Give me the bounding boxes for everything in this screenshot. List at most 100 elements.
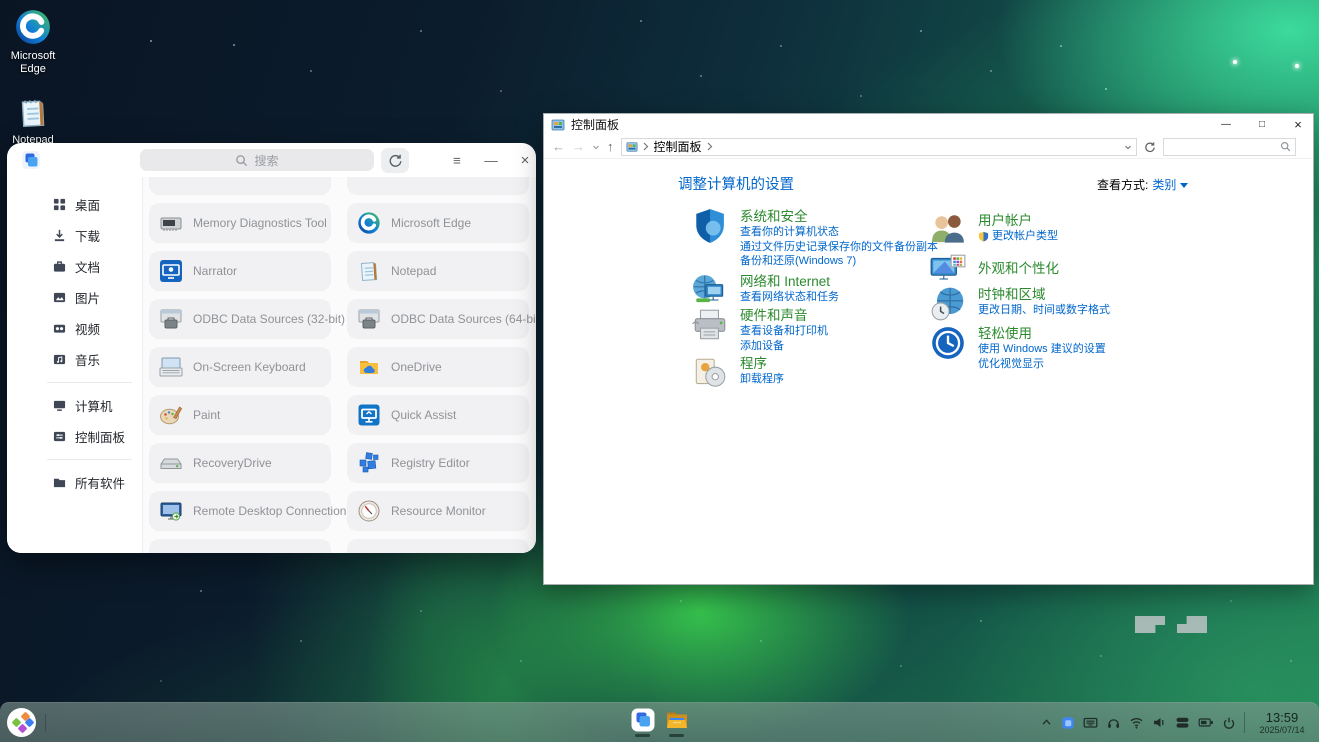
- app-tile-onedrive[interactable]: OneDrive: [347, 347, 529, 387]
- app-tile-odbc-64[interactable]: ODBC Data Sources (64-bit): [347, 299, 529, 339]
- app-tile-partial[interactable]: [347, 539, 529, 553]
- app-tile-microsoft-edge[interactable]: Microsoft Edge: [347, 203, 529, 243]
- category-appearance-personalization: 外观和个性化: [929, 251, 1059, 289]
- tray-battery-icon[interactable]: [1198, 715, 1214, 730]
- category-programs: 程序 卸载程序: [691, 354, 784, 392]
- minimize-button[interactable]: —: [478, 143, 504, 177]
- category-title[interactable]: 网络和 Internet: [740, 274, 839, 289]
- menu-button[interactable]: ≡: [444, 143, 470, 177]
- view-by-dropdown[interactable]: 查看方式: 类别: [1097, 176, 1188, 193]
- tray-wifi-icon[interactable]: [1129, 715, 1144, 730]
- sidebar-item-videos[interactable]: 视频: [7, 313, 142, 344]
- app-tile-partial[interactable]: [347, 177, 529, 195]
- app-tile-odbc-32[interactable]: ODBC Data Sources (32-bit): [149, 299, 331, 339]
- category-link[interactable]: 查看你的计算机状态: [740, 226, 938, 239]
- personalization-icon: [929, 251, 967, 289]
- forward-button[interactable]: →: [572, 140, 585, 153]
- category-title[interactable]: 时钟和区域: [978, 287, 1110, 302]
- app-tile-notepad[interactable]: Notepad: [347, 251, 529, 291]
- sidebar-item-documents[interactable]: 文档: [7, 251, 142, 282]
- music-icon: [53, 353, 66, 366]
- desktop-icon-notepad[interactable]: Notepad: [0, 96, 66, 147]
- clock-time: 13:59: [1253, 711, 1311, 725]
- app-tile-resource-monitor[interactable]: Resource Monitor: [347, 491, 529, 531]
- category-link[interactable]: 更改帐户类型: [978, 230, 1058, 243]
- app-label: RecoveryDrive: [193, 456, 272, 470]
- app-tile-partial[interactable]: [149, 539, 331, 553]
- search-icon: [235, 154, 248, 167]
- control-panel-window: 控制面板 — □ × ← → ↑ 控制面板: [543, 113, 1314, 585]
- tray-volume-icon[interactable]: [1152, 715, 1167, 730]
- paint-icon: [159, 403, 183, 427]
- category-link[interactable]: 使用 Windows 建议的设置: [978, 343, 1106, 356]
- search-input[interactable]: 搜索: [140, 149, 374, 171]
- minimize-button[interactable]: —: [1211, 114, 1241, 135]
- category-link[interactable]: 更改日期、时间或数字格式: [978, 304, 1110, 317]
- category-title[interactable]: 用户帐户: [978, 213, 1058, 228]
- network-icon: [691, 272, 729, 310]
- taskbar-file-manager-icon[interactable]: [665, 708, 689, 737]
- taskbar-separator: [45, 714, 46, 731]
- breadcrumb-chevron-icon: [707, 142, 713, 151]
- taskbar-launcher-app-icon[interactable]: [631, 708, 655, 737]
- app-tile-on-screen-keyboard[interactable]: On-Screen Keyboard: [149, 347, 331, 387]
- tray-onboard-keyboard-icon[interactable]: [1083, 715, 1098, 730]
- category-link[interactable]: 查看设备和打印机: [740, 325, 828, 338]
- category-title[interactable]: 外观和个性化: [978, 261, 1059, 276]
- sidebar-item-computer[interactable]: 计算机: [7, 390, 142, 421]
- app-tile-narrator[interactable]: Narrator: [149, 251, 331, 291]
- taskbar-clock[interactable]: 13:59 2025/07/14: [1253, 711, 1311, 735]
- category-link[interactable]: 备份和还原(Windows 7): [740, 255, 938, 268]
- back-button[interactable]: ←: [552, 140, 565, 153]
- app-label: On-Screen Keyboard: [193, 360, 306, 374]
- category-link[interactable]: 卸载程序: [740, 373, 784, 386]
- breadcrumb-segment[interactable]: 控制面板: [654, 138, 702, 155]
- sidebar-item-desktop[interactable]: 桌面: [7, 189, 142, 220]
- category-title[interactable]: 程序: [740, 356, 784, 371]
- tray-dock-icon[interactable]: [1175, 715, 1190, 730]
- search-placeholder: 搜索: [254, 152, 278, 169]
- sidebar-item-music[interactable]: 音乐: [7, 344, 142, 375]
- category-title[interactable]: 硬件和声音: [740, 308, 828, 323]
- app-label: Registry Editor: [391, 456, 470, 470]
- app-tile-quick-assist[interactable]: Quick Assist: [347, 395, 529, 435]
- uac-shield-icon: [978, 231, 989, 242]
- notepad-icon: [15, 95, 51, 131]
- breadcrumb[interactable]: 控制面板: [621, 138, 1137, 156]
- history-chevron-icon[interactable]: [592, 143, 600, 151]
- close-button[interactable]: ×: [512, 143, 538, 177]
- app-tile-paint[interactable]: Paint: [149, 395, 331, 435]
- app-tile-partial[interactable]: [149, 177, 331, 195]
- refresh-button[interactable]: [381, 148, 409, 173]
- tray-headset-icon[interactable]: [1106, 715, 1121, 730]
- sidebar-item-downloads[interactable]: 下载: [7, 220, 142, 251]
- desktop-icon-edge[interactable]: Microsoft Edge: [0, 8, 66, 76]
- launcher-button[interactable]: [7, 708, 36, 737]
- sidebar-item-pictures[interactable]: 图片: [7, 282, 142, 313]
- category-link[interactable]: 添加设备: [740, 340, 828, 353]
- app-tile-memory-diagnostics-tool[interactable]: Memory Diagnostics Tool: [149, 203, 331, 243]
- app-tile-registry-editor[interactable]: Registry Editor: [347, 443, 529, 483]
- tray-power-icon[interactable]: [1222, 716, 1236, 730]
- sidebar-item-all-apps[interactable]: 所有软件: [7, 467, 142, 498]
- app-tile-recoverydrive[interactable]: RecoveryDrive: [149, 443, 331, 483]
- category-title[interactable]: 轻松使用: [978, 326, 1106, 341]
- sidebar-item-control-panel[interactable]: 控制面板: [7, 421, 142, 452]
- tray-expand-chevron-icon[interactable]: [1040, 716, 1053, 729]
- refresh-icon[interactable]: [1144, 141, 1156, 153]
- close-button[interactable]: ×: [1283, 114, 1313, 135]
- category-link[interactable]: 查看网络状态和任务: [740, 291, 839, 304]
- app-tile-remote-desktop[interactable]: Remote Desktop Connection: [149, 491, 331, 531]
- users-icon: [929, 211, 967, 249]
- up-button[interactable]: ↑: [607, 140, 614, 153]
- address-dropdown-icon[interactable]: [1124, 143, 1132, 151]
- category-link[interactable]: 优化视觉显示: [978, 358, 1106, 371]
- category-title[interactable]: 系统和安全: [740, 209, 938, 224]
- maximize-button[interactable]: □: [1247, 114, 1277, 135]
- clock-region-icon: [929, 285, 967, 323]
- document-icon: [53, 260, 66, 273]
- control-panel-search-input[interactable]: [1163, 138, 1296, 156]
- tray-app-window-icon[interactable]: [1061, 716, 1075, 730]
- taskbar: 13:59 2025/07/14: [0, 702, 1319, 742]
- category-link[interactable]: 通过文件历史记录保存你的文件备份副本: [740, 241, 938, 254]
